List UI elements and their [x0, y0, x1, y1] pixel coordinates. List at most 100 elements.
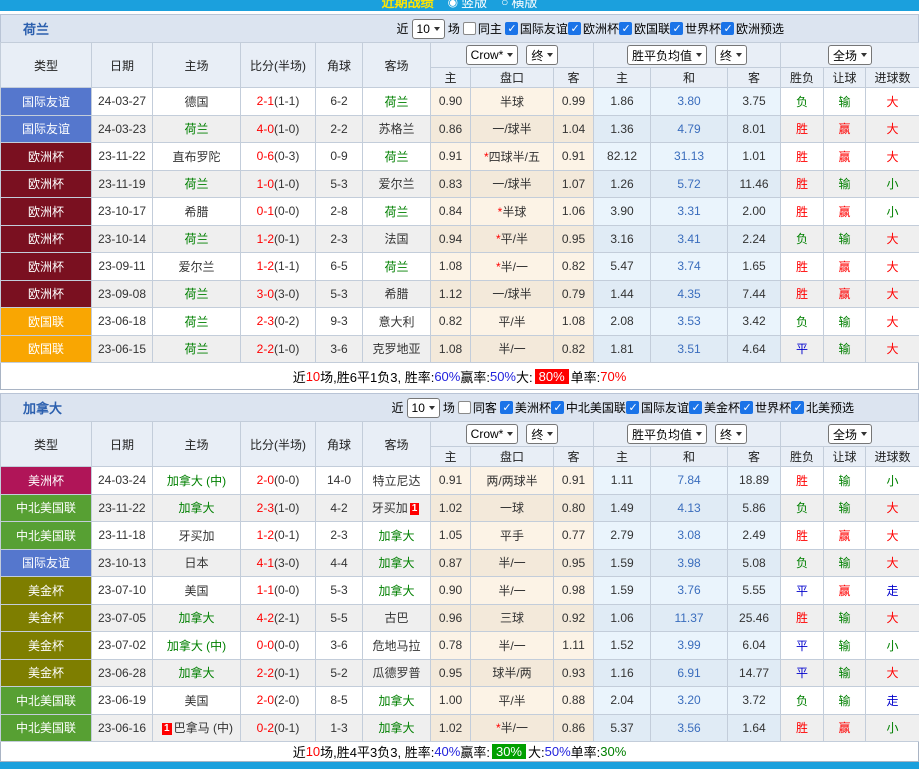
euro-draw-odds: 6.91	[651, 659, 728, 687]
handicap: 半/一	[498, 639, 525, 653]
page-title: 近期战绩	[382, 0, 434, 11]
match-date: 23-09-08	[92, 280, 153, 308]
away-team-cell: 加拿大	[363, 522, 431, 550]
euro-draw-odds: 3.99	[651, 632, 728, 660]
euro-draw-odds: 4.35	[651, 280, 728, 308]
fulltime-score: 2-3	[257, 314, 274, 328]
euro-home-odds: 2.79	[594, 522, 651, 550]
euro-odds-select[interactable]: 胜平负均值	[627, 424, 707, 444]
match-date: 23-07-10	[92, 577, 153, 605]
sub-header-asian-away: 客	[554, 447, 594, 467]
final-odds-select[interactable]: 终	[526, 424, 558, 444]
bookmaker-select[interactable]: Crow*	[466, 45, 519, 65]
home-team: 爱尔兰	[178, 260, 214, 274]
competition-checkbox[interactable]: 国际友谊	[505, 20, 568, 37]
competition-filters: 国际友谊 欧洲杯 欧国联 世界杯 欧洲预选	[505, 20, 784, 38]
competition-checkbox[interactable]: 世界杯	[670, 20, 721, 37]
euro-away-odds: 2.49	[728, 522, 781, 550]
competition-checkbox[interactable]: 世界杯	[740, 399, 791, 416]
away-team: 法国	[384, 232, 408, 246]
fulltime-score: 0-0	[257, 638, 274, 652]
home-team-cell: 美国	[153, 577, 241, 605]
competition-type-badge: 欧洲杯	[1, 143, 92, 171]
bookmaker-select[interactable]: Crow*	[466, 424, 519, 444]
away-team: 特立尼达	[372, 474, 420, 488]
checkbox-checked-icon	[670, 22, 683, 35]
home-team-cell: 加拿大 (中)	[153, 632, 241, 660]
result-win-draw-loss: 平	[781, 632, 824, 660]
euro-odds-group-header: 胜平负均值 终	[594, 422, 781, 447]
euro-home-odds: 1.59	[594, 577, 651, 605]
same-home-checkbox[interactable]: 同主	[463, 20, 502, 37]
col-header-away: 客场	[363, 422, 431, 467]
home-team-cell: 荷兰	[153, 335, 241, 363]
handicap: 半/一	[501, 721, 528, 735]
euro-draw-odds: 3.20	[651, 687, 728, 715]
handicap: 平/半	[501, 232, 528, 246]
match-date: 23-11-22	[92, 143, 153, 171]
layout-radio-vertical[interactable]: 竖版	[448, 0, 488, 11]
home-team: 直布罗陀	[172, 150, 220, 164]
halftime-score: (0-0)	[274, 638, 299, 652]
final-odds-select-2[interactable]: 终	[715, 45, 747, 65]
score-cell: 4-1(3-0)	[241, 549, 316, 577]
asian-away-odds: 1.08	[554, 308, 594, 336]
games-count-select[interactable]: 10	[412, 19, 445, 39]
euro-odds-select[interactable]: 胜平负均值	[627, 45, 707, 65]
layout-radio-horizontal[interactable]: 横版	[501, 0, 537, 11]
competition-checkbox[interactable]: 北美预选	[791, 399, 854, 416]
asian-away-odds: 1.04	[554, 115, 594, 143]
competition-checkbox[interactable]: 欧洲杯	[568, 20, 619, 37]
sub-header-euro-draw: 和	[651, 68, 728, 88]
team-title: 荷兰	[23, 19, 49, 38]
scope-select[interactable]: 全场	[828, 45, 872, 65]
euro-draw-odds: 3.74	[651, 253, 728, 281]
competition-checkbox[interactable]: 美洲杯	[500, 399, 551, 416]
asian-away-odds: 0.86	[554, 714, 594, 742]
competition-checkbox[interactable]: 欧洲预选	[721, 20, 784, 37]
asian-home-odds: 1.02	[431, 494, 471, 522]
away-team: 荷兰	[384, 150, 408, 164]
home-team-cell: 加拿大	[153, 659, 241, 687]
corners: 5-2	[316, 659, 363, 687]
same-away-checkbox[interactable]: 同客	[458, 399, 497, 416]
halftime-score: (1-0)	[274, 501, 299, 515]
competition-checkbox[interactable]: 美金杯	[689, 399, 740, 416]
handicap: 两/两球半	[486, 474, 537, 488]
asian-home-odds: 0.90	[431, 88, 471, 116]
home-team: 牙买加	[178, 529, 214, 543]
result-goals: 大	[866, 253, 919, 281]
games-count-select[interactable]: 10	[407, 398, 440, 418]
sub-header-wdl: 胜负	[781, 447, 824, 467]
euro-home-odds: 2.04	[594, 687, 651, 715]
home-team-cell: 日本	[153, 549, 241, 577]
competition-checkbox[interactable]: 中北美国联	[551, 399, 626, 416]
away-team: 希腊	[384, 287, 408, 301]
asian-away-odds: 0.82	[554, 335, 594, 363]
asian-home-odds: 0.84	[431, 198, 471, 226]
home-team-cell: 加拿大	[153, 604, 241, 632]
final-odds-select-2[interactable]: 终	[715, 424, 747, 444]
home-team-cell: 荷兰	[153, 115, 241, 143]
scope-select[interactable]: 全场	[828, 424, 872, 444]
home-team: 荷兰	[184, 287, 208, 301]
col-header-corner: 角球	[316, 422, 363, 467]
handicap-cell: 半/一	[471, 335, 554, 363]
red-card-badge: 1	[410, 503, 420, 515]
away-team: 古巴	[384, 611, 408, 625]
home-team-cell: 荷兰	[153, 280, 241, 308]
checkbox-checked-icon	[721, 22, 734, 35]
competition-checkbox[interactable]: 欧国联	[619, 20, 670, 37]
result-win-draw-loss: 平	[781, 577, 824, 605]
checkbox-unchecked-icon	[458, 401, 471, 414]
score-cell: 1-2(0-1)	[241, 522, 316, 550]
euro-home-odds: 1.16	[594, 659, 651, 687]
competition-checkbox[interactable]: 国际友谊	[626, 399, 689, 416]
handicap-cell: *平/半	[471, 225, 554, 253]
asian-away-odds: 1.07	[554, 170, 594, 198]
competition-type-badge: 欧洲杯	[1, 198, 92, 226]
home-team-cell: 1巴拿马 (中)	[153, 714, 241, 742]
competition-type-badge: 国际友谊	[1, 88, 92, 116]
sub-header-let-goal: 让球	[824, 447, 866, 467]
final-odds-select[interactable]: 终	[526, 45, 558, 65]
